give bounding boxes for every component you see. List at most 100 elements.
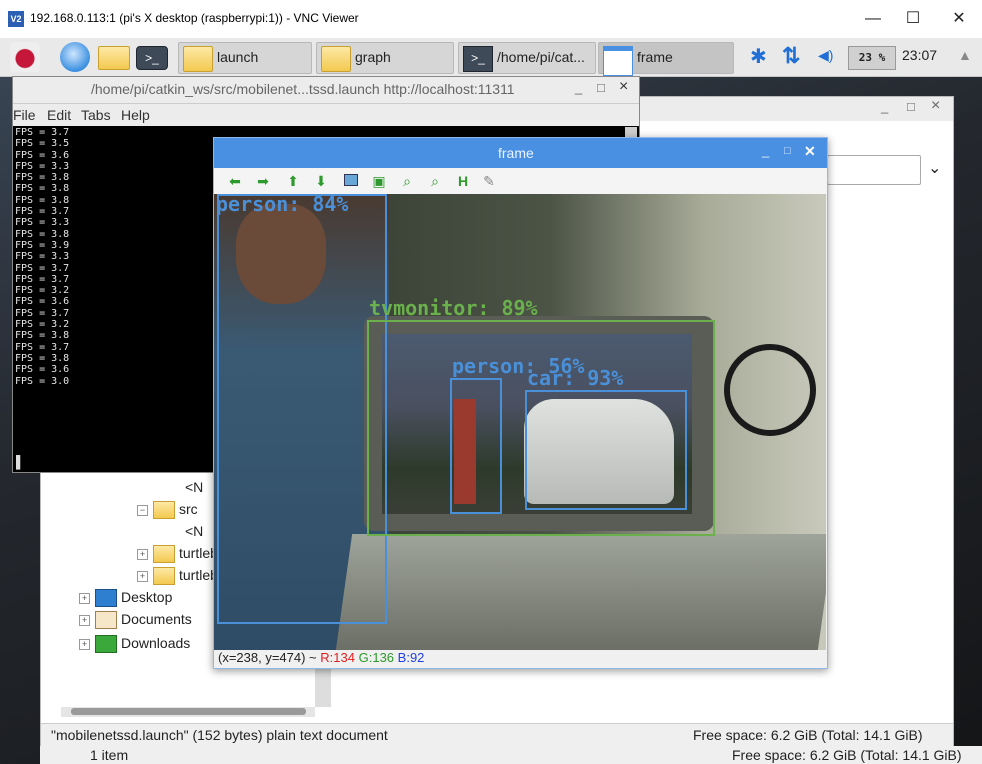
fm-status-right: Free space: 6.2 GiB (Total: 14.1 GiB) — [693, 727, 923, 743]
properties-icon[interactable]: ✎ — [480, 172, 498, 190]
task-label: frame — [637, 49, 673, 65]
tree-row-label: src — [179, 501, 198, 517]
pixel-green: G:136 — [358, 650, 395, 665]
frame-minimize-button[interactable]: _ — [762, 143, 769, 158]
eject-icon[interactable]: ▲ — [958, 47, 972, 63]
expand-icon[interactable]: + — [79, 615, 90, 626]
vnc-maximize-button[interactable]: ☐ — [890, 6, 936, 32]
file-manager-icon[interactable] — [98, 46, 130, 70]
detection-label-person-1: person: 84% — [216, 194, 349, 216]
documents-icon — [95, 611, 117, 629]
detection-label-car: car: 93% — [527, 366, 624, 390]
tree-horizontal-scrollbar[interactable] — [61, 707, 315, 717]
vnc-close-button[interactable]: ✕ — [936, 6, 982, 32]
detection-box-person-2 — [450, 378, 502, 514]
terminal-menu-bar: File Edit Tabs Help — [13, 104, 639, 126]
task-label: graph — [355, 49, 391, 65]
terminal-title: /home/pi/catkin_ws/src/mobilenet...tssd.… — [91, 81, 515, 97]
frame-window: frame _ □ ✕ ⬅ ➡ ⬆ ⬇ ▣ ⌕ ⌕ H ✎ person: 84… — [213, 137, 828, 669]
clock[interactable]: 23:07 — [902, 47, 937, 63]
network-icon[interactable]: ⇅ — [782, 43, 800, 69]
task-graph[interactable]: graph — [316, 42, 454, 74]
tree-row-label: Desktop — [121, 589, 173, 605]
bg-fm-status-left: 1 item — [90, 747, 129, 763]
cpu-monitor[interactable]: 23 % — [848, 46, 896, 70]
frame-close-button[interactable]: ✕ — [804, 143, 816, 160]
fm-status-bar: "mobilenetssd.launch" (152 bytes) plain … — [41, 723, 953, 748]
raspberry-menu-icon[interactable] — [10, 42, 40, 72]
folder-icon — [321, 46, 351, 72]
tree-row-label: <N — [185, 523, 204, 539]
expand-icon[interactable]: + — [137, 549, 148, 560]
term-close-button[interactable]: × — [619, 78, 628, 96]
menu-edit[interactable]: Edit — [47, 107, 71, 123]
pan-up-icon[interactable]: ⬆ — [284, 172, 302, 190]
detection-box-car — [525, 390, 687, 510]
expand-icon[interactable]: + — [137, 571, 148, 582]
pixel-blue: B:92 — [397, 650, 425, 665]
pan-left-icon[interactable]: ⬅ — [226, 172, 244, 190]
pixel-coords: (x=238, y=474) ~ — [218, 650, 317, 665]
fm-status-left: "mobilenetssd.launch" (152 bytes) plain … — [51, 727, 388, 743]
pixel-info: (x=238, y=474) ~ R:134 G:136 B:92 — [218, 650, 424, 665]
frame-status-bar: (x=238, y=474) ~ R:134 G:136 B:92 — [214, 650, 827, 668]
task-launch[interactable]: launch — [178, 42, 312, 74]
scene-fan — [724, 344, 816, 436]
zoom-original-icon[interactable] — [342, 172, 360, 190]
folder-icon — [153, 567, 175, 585]
terminal-cursor: ▌ — [16, 455, 25, 469]
expand-icon[interactable]: + — [79, 593, 90, 604]
bg-fm-status-right: Free space: 6.2 GiB (Total: 14.1 GiB) — [732, 747, 962, 763]
fm-maximize-button[interactable]: □ — [907, 99, 915, 114]
frame-title-bar: frame _ □ ✕ — [214, 138, 827, 168]
desktop-icon — [95, 589, 117, 607]
bg-fm-status-bar: 1 item Free space: 6.2 GiB (Total: 14.1 … — [40, 746, 982, 764]
term-maximize-button[interactable]: □ — [597, 80, 605, 95]
volume-icon[interactable]: ◀) — [818, 47, 833, 64]
save-icon[interactable]: H — [454, 172, 472, 190]
web-browser-icon[interactable] — [60, 42, 90, 72]
fm-close-button[interactable]: × — [931, 97, 940, 115]
vnc-window-title: 192.168.0.113:1 (pi's X desktop (raspber… — [30, 11, 359, 25]
expand-icon[interactable]: + — [79, 639, 90, 650]
pan-right-icon[interactable]: ➡ — [254, 172, 272, 190]
vnc-app-icon: V2 — [8, 11, 24, 27]
folder-icon — [153, 501, 175, 519]
fm-minimize-button[interactable]: _ — [881, 99, 888, 114]
scrollbar-thumb[interactable] — [71, 708, 306, 715]
chevron-down-icon: ⌄ — [928, 160, 942, 177]
folder-icon — [153, 545, 175, 563]
pan-down-icon[interactable]: ⬇ — [312, 172, 330, 190]
zoom-out-icon[interactable]: ⌕ — [426, 172, 444, 190]
bluetooth-icon[interactable]: ✱ — [750, 44, 767, 69]
taskbar: >_ launch graph >_ /home/pi/cat... frame… — [0, 38, 982, 77]
menu-help[interactable]: Help — [121, 107, 150, 123]
menu-tabs[interactable]: Tabs — [81, 107, 111, 123]
fm-path-combobox[interactable]: ⌄ — [827, 155, 941, 185]
zoom-in-icon[interactable]: ⌕ — [398, 172, 416, 190]
task-terminal[interactable]: >_ /home/pi/cat... — [458, 42, 596, 74]
collapse-icon[interactable]: − — [137, 505, 148, 516]
vnc-title-bar: V2 192.168.0.113:1 (pi's X desktop (rasp… — [0, 0, 982, 39]
tree-row-label: <N — [185, 479, 204, 495]
scene-keyboard — [335, 534, 826, 650]
menu-file[interactable]: File — [13, 107, 36, 123]
terminal-scrollbar[interactable] — [625, 127, 637, 137]
camera-image-view[interactable]: person: 84% tvmonitor: 89% person: 56% c… — [214, 194, 826, 650]
window-icon — [603, 46, 633, 76]
terminal-title-bar: /home/pi/catkin_ws/src/mobilenet...tssd.… — [13, 77, 639, 104]
task-label: launch — [217, 49, 259, 65]
detection-label-tvmonitor: tvmonitor: 89% — [369, 296, 538, 320]
frame-title: frame — [498, 145, 534, 161]
zoom-fit-icon[interactable]: ▣ — [370, 172, 388, 190]
frame-toolbar: ⬅ ➡ ⬆ ⬇ ▣ ⌕ ⌕ H ✎ — [214, 168, 827, 194]
term-minimize-button[interactable]: _ — [575, 80, 582, 95]
pixel-red: R:134 — [320, 650, 355, 665]
tree-row-label: Downloads — [121, 635, 191, 651]
frame-maximize-button[interactable]: □ — [784, 145, 791, 157]
downloads-icon — [95, 635, 117, 653]
task-frame[interactable]: frame — [598, 42, 734, 76]
terminal-icon: >_ — [463, 46, 493, 72]
detection-box-person-1 — [217, 194, 387, 624]
terminal-icon[interactable]: >_ — [136, 46, 168, 70]
